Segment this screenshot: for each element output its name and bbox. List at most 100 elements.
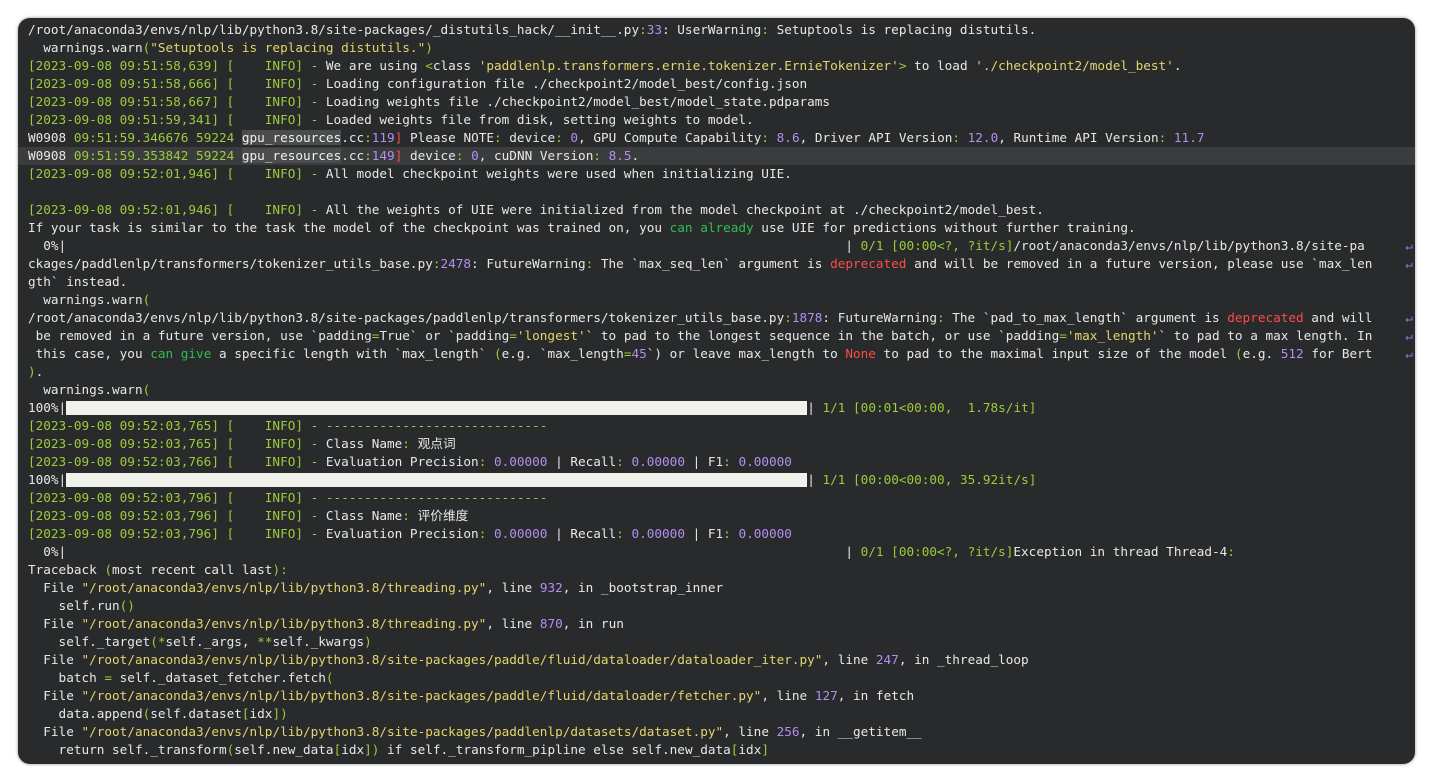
text-segment: File: [28, 616, 82, 631]
terminal-line: ckages/paddlenlp/transformers/tokenizer_…: [18, 255, 1415, 273]
text-segment: (*: [150, 634, 166, 649]
text-segment: :: [616, 454, 624, 469]
text-segment: :: [761, 22, 769, 37]
text-segment: [: [241, 706, 250, 721]
text-segment: .: [1173, 58, 1182, 73]
terminal-output[interactable]: /root/anaconda3/envs/nlp/lib/python3.8/s…: [18, 21, 1415, 759]
text-segment: Class Name: [325, 508, 403, 523]
text-segment: [2023-09-08 09:52:03,796] [ INFO] -: [28, 508, 326, 523]
text-segment: 09:51:59.346676 59224: [73, 130, 235, 145]
text-segment: [2023-09-08 09:52:01,946] [ INFO] -: [28, 202, 326, 217]
text-segment: [2023-09-08 09:52:03,766] [ INFO] -: [28, 454, 326, 469]
text-segment: [234, 148, 242, 163]
text-segment: None: [845, 346, 876, 361]
text-segment: 'paddlenlp.transformers.ernie.tokenizer.…: [478, 58, 899, 73]
text-segment: a specific length with `max_length`: [211, 346, 494, 361]
text-segment: .: [35, 364, 44, 379]
text-segment: [2023-09-08 09:52:03,765] [ INFO] - ----…: [28, 418, 548, 433]
text-segment: self._dataset_fetcher.fetch: [112, 670, 326, 685]
text-segment: Loading configuration file ./checkpoint2…: [325, 76, 808, 91]
text-segment: [2023-09-08 09:51:58,667] [ INFO] -: [28, 94, 326, 109]
text-segment: |: [845, 238, 861, 253]
text-segment: 1/1 [00:01<00:00, 1.78s/it]: [822, 400, 1037, 415]
text-segment: Setuptools is replacing distutils.: [768, 22, 1037, 37]
text-segment: :: [555, 130, 563, 145]
text-segment: self.run: [28, 598, 120, 613]
text-segment: gpu_resources: [241, 130, 342, 145]
text-segment: ): [28, 364, 36, 379]
text-segment: idx: [738, 742, 762, 757]
text-segment: [2023-09-08 09:52:01,946] [ INFO] -: [28, 166, 326, 181]
terminal-line: 0%| | 0/1 [00:00<?, ?it/s]/root/anaconda…: [18, 237, 1415, 255]
text-segment: gth` instead.: [28, 274, 128, 289]
text-segment: |: [807, 400, 823, 415]
text-segment: 33: [646, 22, 663, 37]
text-segment: ]: [761, 742, 769, 757]
text-segment: 2478: [440, 256, 472, 271]
text-segment: If your task is similar to the task the …: [28, 220, 670, 235]
terminal-line: 100%| | 1/1 [00:01<00:00, 1.78s/it]: [18, 399, 1415, 417]
text-segment: Class Name: [325, 436, 403, 451]
text-segment: 100%|: [28, 400, 67, 415]
text-segment: device: [501, 130, 556, 145]
text-segment: [486, 526, 494, 541]
text-segment: Evaluation Precision: [325, 454, 479, 469]
terminal-line: W0908 09:51:59.353842 59224 gpu_resource…: [18, 147, 1415, 165]
text-segment: self._target: [28, 634, 151, 649]
text-segment: self.new_data: [234, 742, 334, 757]
terminal-line: [2023-09-08 09:51:58,639] [ INFO] - We a…: [18, 57, 1415, 75]
text-segment: 0/1 [00:00<?, ?it/s]: [860, 238, 1014, 253]
text-segment: 8.5: [608, 148, 632, 163]
text-segment: 1/1 [00:00<00:00, 35.92it/s]: [822, 472, 1037, 487]
text-segment: , Runtime API Version: [998, 130, 1159, 145]
text-segment: and will be removed in a future version,…: [906, 256, 1373, 271]
text-segment: for Bert: [1303, 346, 1373, 361]
text-segment: /root/anaconda3/envs/nlp/lib/python3.8/s…: [1013, 238, 1365, 253]
text-segment: :: [937, 310, 945, 325]
text-segment: 149: [371, 148, 395, 163]
terminal-line: warnings.warn("Setuptools is replacing d…: [18, 39, 1415, 57]
text-segment: 11.7: [1173, 130, 1205, 145]
progress-bar-empty: [66, 238, 845, 253]
terminal-line: [2023-09-08 09:51:59,341] [ INFO] - Load…: [18, 111, 1415, 129]
text-segment: ): [425, 40, 433, 55]
text-segment: [2023-09-08 09:52:03,796] [ INFO] - ----…: [28, 490, 548, 505]
terminal-line: [18, 183, 1415, 201]
progress-bar-fill: [66, 401, 808, 415]
terminal-line: [2023-09-08 09:52:03,796] [ INFO] - Clas…: [18, 507, 1415, 525]
text-segment: We are using: [325, 58, 426, 73]
text-segment: /root/anaconda3/envs/nlp/lib/python3.8/s…: [28, 310, 785, 325]
text-segment: , in _bootstrap_inner: [562, 580, 724, 595]
text-segment: 0/1 [00:00<?, ?it/s]: [860, 544, 1014, 559]
text-segment: 09:51:59.353842 59224: [73, 148, 235, 163]
text-segment: :: [616, 526, 624, 541]
text-segment: self._kwargs: [272, 634, 365, 649]
text-segment: =: [1059, 328, 1067, 343]
text-segment: |: [807, 472, 823, 487]
text-segment: use UIE for predictions without further …: [753, 220, 1136, 235]
terminal-line: File "/root/anaconda3/envs/nlp/lib/pytho…: [18, 615, 1415, 633]
text-segment: , GPU Compute Capability: [578, 130, 762, 145]
text-segment: Exception in thread Thread-4: [1013, 544, 1228, 559]
text-segment: this case, you: [28, 346, 151, 361]
text-segment: (: [142, 292, 151, 307]
terminal-line: [2023-09-08 09:52:01,946] [ INFO] - All …: [18, 165, 1415, 183]
text-segment: 'longest': [516, 328, 586, 343]
text-segment: 1878: [791, 310, 823, 325]
terminal-line: [2023-09-08 09:52:03,796] [ INFO] - Eval…: [18, 525, 1415, 543]
terminal-line: warnings.warn(: [18, 381, 1415, 399]
text-segment: (: [142, 382, 151, 397]
text-segment: deprecated: [1227, 310, 1304, 325]
text-segment: :: [402, 436, 410, 451]
terminal-line: [2023-09-08 09:51:58,666] [ INFO] - Load…: [18, 75, 1415, 93]
text-segment: [2023-09-08 09:52:03,765] [ INFO] -: [28, 436, 326, 451]
text-segment: =: [104, 670, 113, 685]
text-segment: : FutureWarning: [471, 256, 586, 271]
text-segment: Loaded weights file from disk, setting w…: [325, 112, 754, 127]
terminal-line: [2023-09-08 09:52:03,765] [ INFO] - ----…: [18, 417, 1415, 435]
text-segment: :: [784, 310, 792, 325]
text-segment: 评价维度: [409, 508, 469, 523]
text-segment: './checkpoint2/model_best': [975, 58, 1174, 73]
text-segment: |: [845, 544, 861, 559]
text-segment: True` or `padding: [379, 328, 510, 343]
